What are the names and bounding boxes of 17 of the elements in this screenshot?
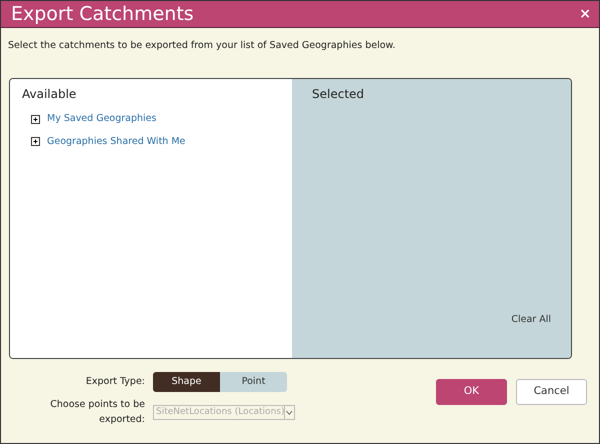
ok-button[interactable]: OK (436, 379, 507, 406)
export-type-option[interactable]: Shape (153, 372, 220, 392)
export-type-option[interactable]: Point (220, 372, 287, 392)
instruction-text: Select the catchments to be exported from your list of Saved Geographies below. (8, 39, 396, 53)
clear-all-link[interactable]: Clear All (511, 313, 551, 328)
tree-item[interactable]: My Saved Geographies (47, 112, 156, 126)
export-type-label: Export Type: (84, 375, 145, 390)
cancel-button[interactable]: Cancel (516, 379, 587, 406)
close-button[interactable]: × (579, 7, 591, 21)
panel-title: Available (22, 86, 78, 104)
caret-icon (284, 406, 294, 419)
window-title: Export Catchments (11, 4, 194, 24)
expand-icon[interactable] (31, 114, 40, 124)
panel-title: Selected (312, 86, 366, 104)
tree-item[interactable]: Geographies Shared With Me (47, 134, 186, 149)
points-label: Choose points to be exported: (49, 398, 145, 426)
expand-icon[interactable] (31, 137, 40, 146)
